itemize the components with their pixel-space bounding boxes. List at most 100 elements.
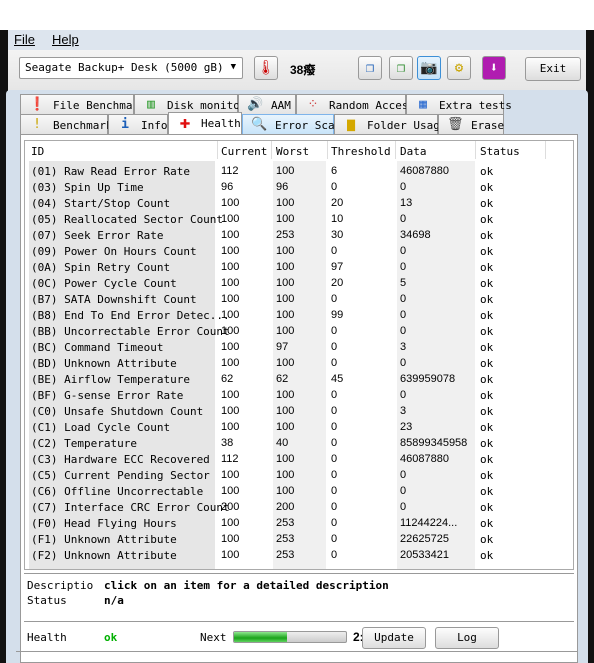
table-row[interactable]: (BD) Unknown Attribute 100 100 0 0 ok: [25, 355, 573, 371]
menu-help[interactable]: Help: [52, 32, 79, 47]
status-value: ok: [480, 373, 494, 386]
tab-random-access[interactable]: ⁘ Random Access: [296, 94, 415, 114]
attribute-id: (C3) Hardware ECC Recovered: [31, 453, 210, 466]
data-value: 0: [400, 325, 407, 337]
tab-info[interactable]: i Info: [108, 114, 168, 134]
header-threshold[interactable]: Threshold: [331, 145, 391, 158]
table-row[interactable]: (C7) Interface CRC Error Count 200 200 0 0 ok: [25, 499, 573, 515]
table-row[interactable]: (BE) Airflow Temperature 62 62 45 639959078 o…: [25, 371, 573, 387]
drive-select[interactable]: Seagate Backup+ Desk (5000 gB) ▼: [19, 57, 243, 79]
tab-erase[interactable]: 🗑 Erase: [438, 114, 504, 134]
next-label: Next: [200, 631, 227, 644]
tab-health[interactable]: ✚ Health: [168, 112, 242, 134]
header-id[interactable]: ID: [31, 145, 44, 158]
table-row[interactable]: (C0) Unsafe Shutdown Count 100 100 0 3 ok: [25, 403, 573, 419]
attribute-id: (C7) Interface CRC Error Count: [31, 501, 230, 514]
table-row[interactable]: (C3) Hardware ECC Recovered 112 100 0 460878…: [25, 451, 573, 467]
threshold-value: 20: [331, 277, 344, 289]
exit-button[interactable]: Exit: [525, 57, 581, 81]
table-row[interactable]: (04) Start/Stop Count 100 100 20 13 ok: [25, 195, 573, 211]
copy-screenshot-button[interactable]: ❐: [389, 56, 413, 80]
threshold-value: 20: [331, 197, 344, 209]
tab-label: Health: [201, 117, 241, 130]
tab-extra-tests[interactable]: ▦ Extra tests: [406, 94, 512, 114]
current-value: 100: [221, 485, 240, 497]
tab-label: File Benchmark: [53, 99, 146, 112]
data-value: 13: [400, 197, 413, 209]
tab-label: Folder Usage: [367, 119, 447, 132]
status-value: ok: [480, 277, 494, 290]
copy-text-button[interactable]: ❐: [358, 56, 382, 80]
current-value: 100: [221, 229, 240, 241]
table-row[interactable]: (BF) G-sense Error Rate 100 100 0 0 ok: [25, 387, 573, 403]
info-icon: i: [121, 117, 129, 132]
threshold-value: 0: [331, 181, 338, 193]
table-row[interactable]: (B8) End To End Error Detec... 100 100 99 0 o…: [25, 307, 573, 323]
menu-file[interactable]: File: [14, 32, 35, 47]
threshold-value: 0: [331, 341, 338, 353]
status-value: ok: [480, 453, 494, 466]
tab-label: AAM: [271, 99, 291, 112]
screenshot-button[interactable]: 📷: [417, 56, 441, 80]
table-row[interactable]: (C2) Temperature 38 40 0 85899345958 ok: [25, 435, 573, 451]
table-row[interactable]: (01) Raw Read Error Rate 112 100 6 46087880 o…: [25, 163, 573, 179]
update-button[interactable]: Update: [362, 627, 426, 649]
data-value: 34698: [400, 229, 431, 241]
data-value: 46087880: [400, 453, 449, 465]
attribute-id: (05) Reallocated Sector Count: [31, 213, 224, 226]
current-value: 100: [221, 549, 240, 561]
table-row[interactable]: (B7) SATA Downshift Count 100 100 0 0 ok: [25, 291, 573, 307]
header-current[interactable]: Current: [221, 145, 267, 158]
table-row[interactable]: (F1) Unknown Attribute 100 253 0 22625725 ok: [25, 531, 573, 547]
status-value: ok: [480, 293, 494, 306]
random-access-icon: ⁘: [307, 97, 319, 112]
table-row[interactable]: (BC) Command Timeout 100 97 0 3 ok: [25, 339, 573, 355]
worst-value: 100: [276, 421, 295, 433]
table-row[interactable]: (F2) Unknown Attribute 100 253 0 20533421 ok: [25, 547, 573, 563]
table-row[interactable]: (0A) Spin Retry Count 100 100 97 0 ok: [25, 259, 573, 275]
attribute-id: (BE) Airflow Temperature: [31, 373, 190, 386]
status-value: ok: [480, 325, 494, 338]
status-value: ok: [480, 229, 494, 242]
table-row[interactable]: (03) Spin Up Time 96 96 0 0 ok: [25, 179, 573, 195]
status-value: ok: [480, 357, 494, 370]
attribute-id: (F1) Unknown Attribute: [31, 533, 177, 546]
table-row[interactable]: (09) Power On Hours Count 100 100 0 0 ok: [25, 243, 573, 259]
save-button[interactable]: ⬇: [482, 56, 506, 80]
threshold-value: 0: [331, 501, 338, 513]
disk-monitor-icon: ▥: [147, 97, 155, 112]
status-value: ok: [480, 341, 494, 354]
status-value: ok: [480, 165, 494, 178]
table-row[interactable]: (BB) Uncorrectable Error Count 100 100 0 0 ok: [25, 323, 573, 339]
header-worst[interactable]: Worst: [276, 145, 309, 158]
tab-label: Random Access: [329, 99, 416, 112]
menu-bar: File Help: [8, 30, 586, 50]
table-row[interactable]: (C6) Offline Uncorrectable 100 100 0 0 ok: [25, 483, 573, 499]
worst-value: 100: [276, 277, 295, 289]
table-row[interactable]: (C1) Load Cycle Count 100 100 0 23 ok: [25, 419, 573, 435]
data-value: 0: [400, 245, 407, 257]
data-value: 0: [400, 309, 407, 321]
table-row[interactable]: (0C) Power Cycle Count 100 100 20 5 ok: [25, 275, 573, 291]
tab-folder-usage[interactable]: ▆ Folder Usage: [334, 114, 446, 134]
log-button[interactable]: Log: [435, 627, 499, 649]
header-data[interactable]: Data: [400, 145, 427, 158]
table-row[interactable]: (05) Reallocated Sector Count 100 100 10 0 ok: [25, 211, 573, 227]
table-row[interactable]: (C5) Current Pending Sector 100 100 0 0 ok: [25, 467, 573, 483]
options-button[interactable]: ⚙: [447, 56, 471, 80]
current-value: 100: [221, 389, 240, 401]
smart-table[interactable]: ID Current Worst Threshold Data Status (…: [24, 140, 574, 570]
tab-benchmark[interactable]: ! Benchmark: [20, 114, 113, 134]
description-text: click on an item for a detailed descript…: [104, 579, 389, 592]
table-row[interactable]: (F0) Head Flying Hours 100 253 0 11244224...…: [25, 515, 573, 531]
header-status[interactable]: Status: [480, 145, 520, 158]
worst-value: 100: [276, 165, 295, 177]
table-row[interactable]: (07) Seek Error Rate 100 253 30 34698 ok: [25, 227, 573, 243]
tab-aam[interactable]: 🔊 AAM: [238, 94, 296, 114]
tab-file-benchmark[interactable]: ❗ File Benchmark: [20, 94, 146, 114]
data-value: 0: [400, 389, 407, 401]
threshold-value: 0: [331, 437, 338, 449]
tab-error-scan[interactable]: 🔍 Error Scan: [242, 114, 341, 134]
status-value: ok: [480, 517, 494, 530]
tab-disk-monitor[interactable]: ▥ Disk monitor: [134, 94, 246, 114]
